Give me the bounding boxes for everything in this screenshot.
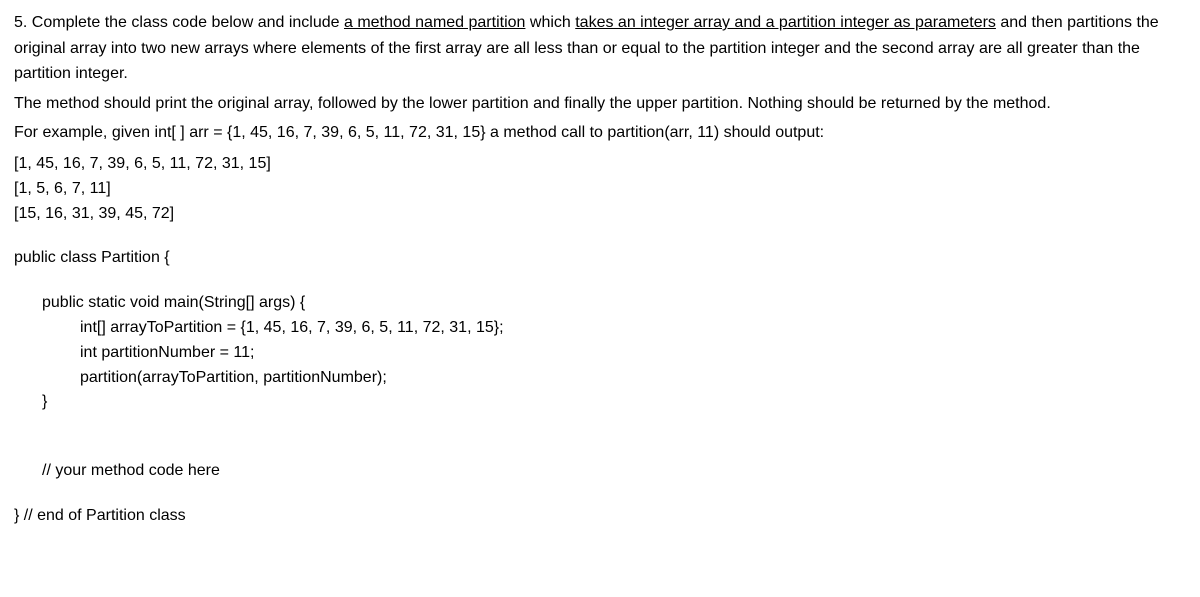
code-method-call: partition(arrayToPartition, partitionNum…: [14, 366, 1186, 391]
expected-output-block: [1, 45, 16, 7, 39, 6, 5, 11, 72, 31, 15]…: [14, 152, 1186, 226]
question-underlined-1: a method named partition: [344, 14, 525, 31]
question-paragraph-2: The method should print the original arr…: [14, 91, 1186, 117]
question-paragraph-3: For example, given int[ ] arr = {1, 45, …: [14, 120, 1186, 146]
code-class-declaration: public class Partition {: [14, 246, 1186, 271]
output-line-1: [1, 45, 16, 7, 39, 6, 5, 11, 72, 31, 15]: [14, 152, 1186, 177]
code-main-close: }: [14, 390, 1186, 415]
code-main-declaration: public static void main(String[] args) {: [14, 291, 1186, 316]
code-array-init: int[] arrayToPartition = {1, 45, 16, 7, …: [14, 316, 1186, 341]
output-line-3: [15, 16, 31, 39, 45, 72]: [14, 202, 1186, 227]
question-prefix: 5. Complete the class code below and inc…: [14, 14, 344, 31]
code-block: public class Partition { public static v…: [14, 246, 1186, 528]
question-underlined-2: takes an integer array and a partition i…: [575, 14, 996, 31]
code-class-close: } // end of Partition class: [14, 504, 1186, 529]
output-line-2: [1, 5, 6, 7, 11]: [14, 177, 1186, 202]
code-partition-number: int partitionNumber = 11;: [14, 341, 1186, 366]
code-placeholder-comment: // your method code here: [14, 459, 1186, 484]
question-paragraph-1: 5. Complete the class code below and inc…: [14, 10, 1186, 87]
question-middle-1: which: [525, 14, 575, 31]
